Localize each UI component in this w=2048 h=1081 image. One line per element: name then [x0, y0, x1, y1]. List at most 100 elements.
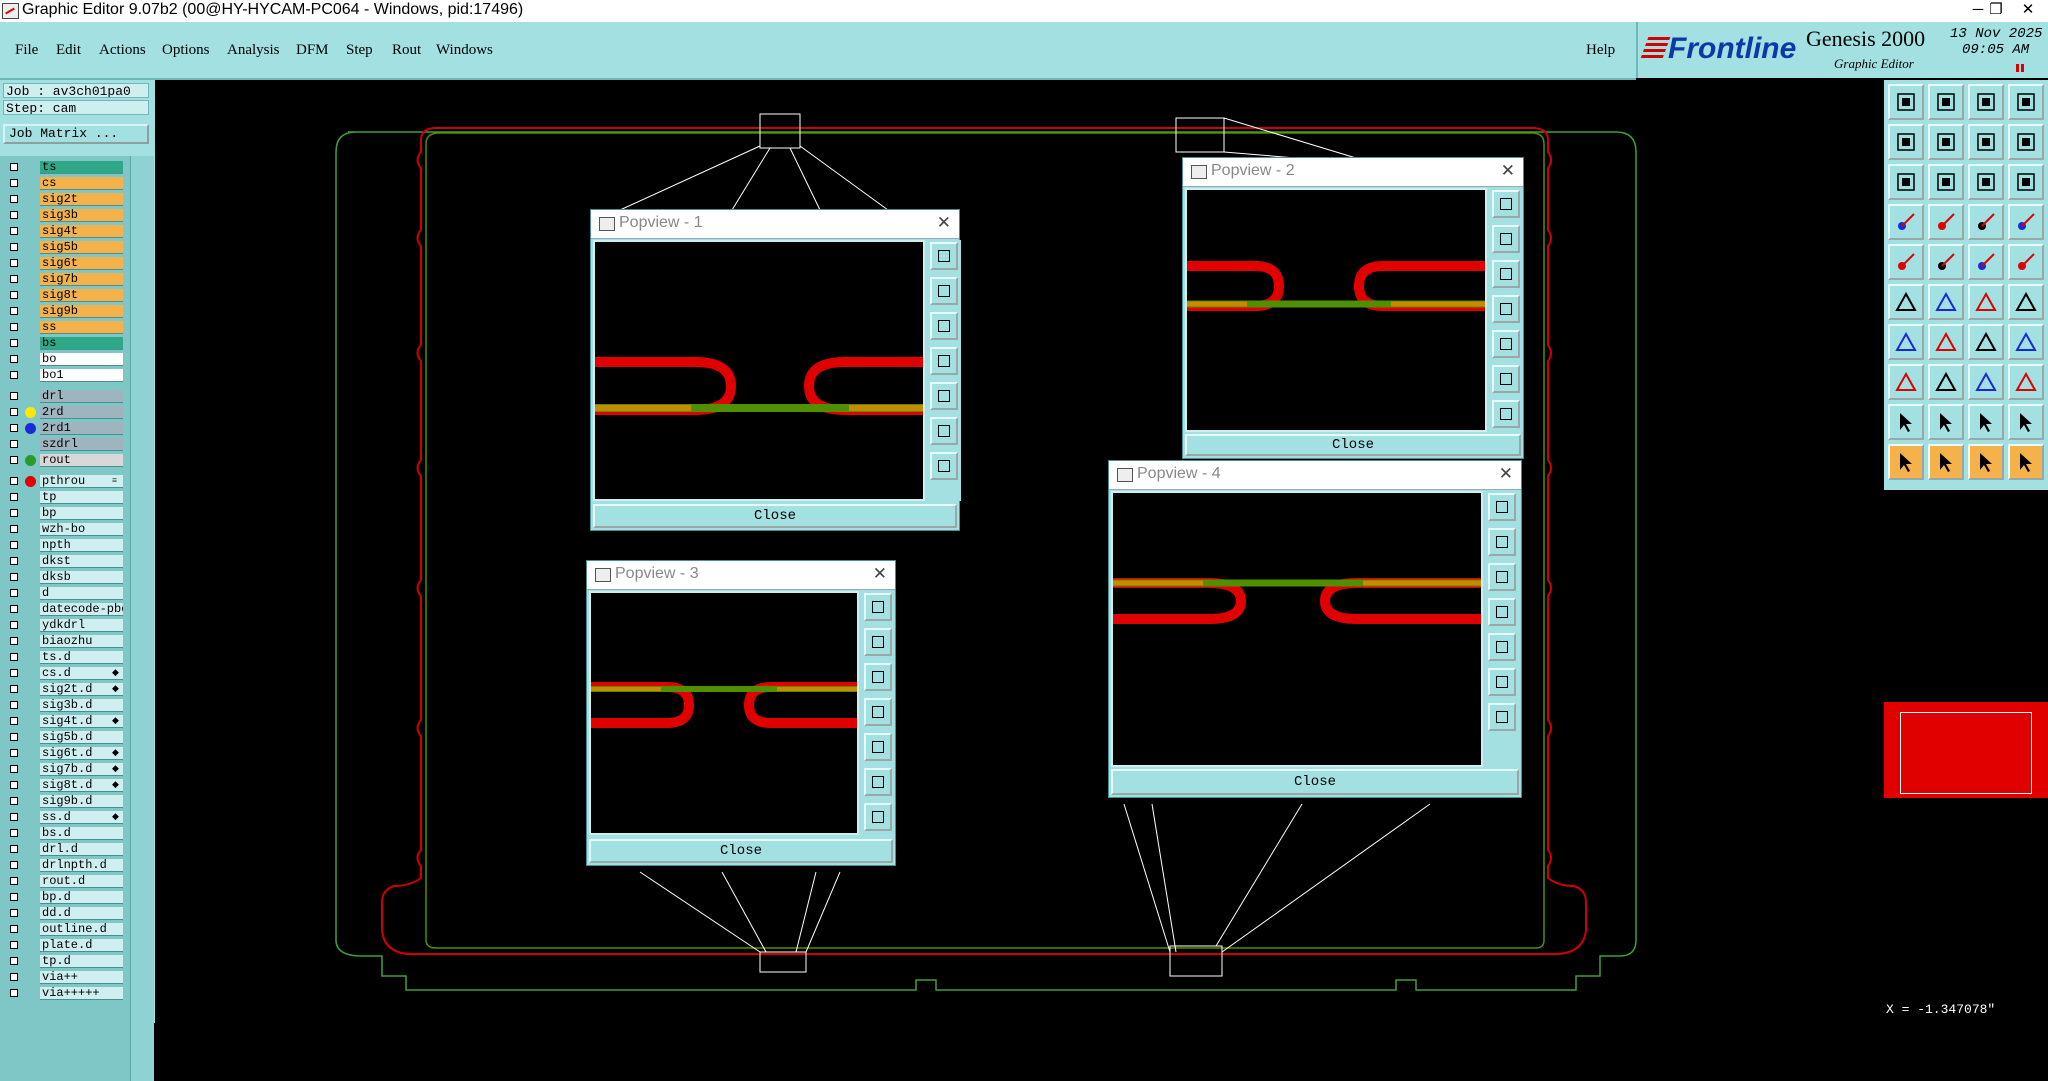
popview-3-view[interactable]: [589, 591, 859, 835]
layer-checkbox[interactable]: [10, 275, 18, 283]
layer-name[interactable]: bs.d: [40, 827, 123, 840]
layer-name[interactable]: szdrl: [40, 438, 123, 451]
layer-row[interactable]: sig9b: [0, 304, 130, 319]
layer-name[interactable]: npth: [40, 539, 123, 552]
layer-name[interactable]: rout: [40, 454, 123, 467]
layer-row[interactable]: ydkdrl: [0, 618, 130, 633]
home-icon[interactable]: [1968, 84, 2004, 120]
menu-options[interactable]: Options: [162, 42, 210, 59]
layer-row[interactable]: sig4t: [0, 224, 130, 239]
popview-down-icon[interactable]: [930, 312, 958, 340]
popview-4-titlebar[interactable]: Popview - 4 ✕: [1109, 461, 1521, 490]
layer-checkbox[interactable]: [10, 829, 18, 837]
layer-row[interactable]: d: [0, 586, 130, 601]
layer-name[interactable]: ss.d: [40, 811, 123, 824]
popview-1-close-button[interactable]: Close: [593, 504, 957, 528]
layer-checkbox[interactable]: [10, 669, 18, 677]
layer-name[interactable]: bs: [40, 337, 123, 350]
layer-row[interactable]: sig7b.d ◆: [0, 762, 130, 777]
popview-4-close-button[interactable]: Close: [1111, 769, 1519, 795]
layer-checkbox[interactable]: [10, 621, 18, 629]
layer-checkbox[interactable]: [10, 339, 18, 347]
layer-row[interactable]: ss.d ◆: [0, 810, 130, 825]
layer-name[interactable]: sig2t.d: [40, 683, 123, 696]
layer-name[interactable]: tp: [40, 491, 123, 504]
layer-name[interactable]: tp.d: [40, 955, 123, 968]
menu-dfm[interactable]: DFM: [296, 42, 329, 59]
trapezoid-icon[interactable]: [1968, 404, 2004, 440]
layer-name[interactable]: sig5b.d: [40, 731, 123, 744]
layer-name[interactable]: via+++++: [40, 987, 123, 1000]
layer-checkbox[interactable]: [10, 573, 18, 581]
popview-fit-icon[interactable]: [864, 768, 892, 796]
layer-name[interactable]: bo1: [40, 369, 123, 382]
layer-checkbox[interactable]: [10, 392, 18, 400]
menu-file[interactable]: File: [15, 42, 38, 59]
arrow-up-icon[interactable]: [1928, 404, 1964, 440]
popview-3-titlebar[interactable]: Popview - 3 ✕: [587, 561, 895, 590]
popview-left-icon[interactable]: [1488, 598, 1516, 626]
layer-name[interactable]: sig7b.d: [40, 763, 123, 776]
layer-preview[interactable]: [1884, 700, 2048, 798]
pointer-select-icon[interactable]: [1928, 444, 1964, 480]
layer-list-scrollbar[interactable]: [130, 156, 154, 1081]
layer-checkbox[interactable]: [10, 323, 18, 331]
layer-name[interactable]: sig2t: [40, 193, 123, 206]
layer-checkbox[interactable]: [10, 813, 18, 821]
popview-center-icon[interactable]: [1488, 703, 1516, 731]
stack-edit-icon[interactable]: [2008, 324, 2044, 360]
layer-name[interactable]: sig7b: [40, 273, 123, 286]
layer-row[interactable]: via+++++: [0, 986, 130, 1001]
layer-checkbox[interactable]: [10, 291, 18, 299]
layer-name[interactable]: plate.d: [40, 939, 123, 952]
scale-1-2-icon[interactable]: [1968, 164, 2004, 200]
layer-name[interactable]: dd.d: [40, 907, 123, 920]
menu-analysis[interactable]: Analysis: [227, 42, 280, 59]
popview-4-close-icon[interactable]: ✕: [1499, 464, 1513, 484]
layer-checkbox[interactable]: [10, 227, 18, 235]
split-icon[interactable]: [2008, 124, 2044, 160]
layer-checkbox[interactable]: [10, 765, 18, 773]
zoom-ratio-icon[interactable]: [1968, 124, 2004, 160]
layer-name[interactable]: sig9b.d: [40, 795, 123, 808]
popview-1-titlebar[interactable]: Popview - 1 ✕: [591, 210, 959, 239]
layer-name[interactable]: cs: [40, 177, 123, 190]
layer-checkbox[interactable]: [10, 195, 18, 203]
popview-2-close-icon[interactable]: ✕: [1501, 161, 1515, 181]
popview-up-icon[interactable]: [1492, 225, 1520, 253]
layer-checkbox[interactable]: [10, 525, 18, 533]
zoom-fit-icon[interactable]: [1888, 164, 1924, 200]
connect-nodes-icon[interactable]: [1888, 284, 1924, 320]
layer-name[interactable]: sig9b: [40, 305, 123, 318]
layer-checkbox[interactable]: [10, 307, 18, 315]
layer-name[interactable]: drlnpth.d: [40, 859, 123, 872]
layer-name[interactable]: dksb: [40, 571, 123, 584]
move-node2-icon[interactable]: [2008, 284, 2044, 320]
layer-row[interactable]: sig3b.d: [0, 698, 130, 713]
angle-icon[interactable]: [1888, 324, 1924, 360]
layer-name[interactable]: bo: [40, 353, 123, 366]
layer-row[interactable]: ts: [0, 160, 130, 175]
layer-name[interactable]: dkst: [40, 555, 123, 568]
popview-up-icon[interactable]: [930, 277, 958, 305]
layer-checkbox[interactable]: [10, 749, 18, 757]
layer-checkbox[interactable]: [10, 685, 18, 693]
layer-checkbox[interactable]: [10, 509, 18, 517]
multi-pad-icon[interactable]: [2008, 364, 2044, 400]
layer-row[interactable]: bo1: [0, 368, 130, 383]
popview-fit-icon[interactable]: [930, 417, 958, 445]
layer-row[interactable]: rout.d: [0, 874, 130, 889]
layer-checkbox[interactable]: [10, 456, 18, 464]
layer-name[interactable]: sig5b: [40, 241, 123, 254]
layer-checkbox[interactable]: [10, 493, 18, 501]
round-pad-icon[interactable]: [2008, 244, 2044, 280]
layer-name[interactable]: sig6t.d: [40, 747, 123, 760]
popview-left-icon[interactable]: [930, 347, 958, 375]
layer-checkbox[interactable]: [10, 211, 18, 219]
layer-name[interactable]: ts.d: [40, 651, 123, 664]
route-edit-icon[interactable]: [2008, 204, 2044, 240]
layer-name[interactable]: bp.d: [40, 891, 123, 904]
layer-row[interactable]: plate.d: [0, 938, 130, 953]
open-job-icon[interactable]: [1888, 84, 1924, 120]
layer-name[interactable]: bp: [40, 507, 123, 520]
